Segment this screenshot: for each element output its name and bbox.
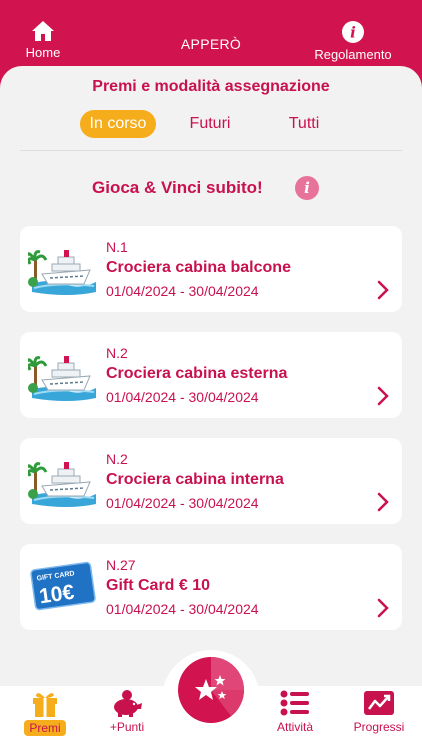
divider [20, 150, 402, 151]
prize-name: Crociera cabina interna [106, 471, 284, 488]
list-icon [280, 690, 309, 716]
prize-quantity: N.27 [106, 557, 136, 573]
content-sheet: Premi e modalità assegnazione In corso F… [0, 66, 422, 750]
prize-name: Crociera cabina balcone [106, 259, 291, 276]
rules-button[interactable]: i Regolamento [308, 20, 398, 62]
info-icon[interactable]: i [295, 176, 319, 200]
prize-dates: 01/04/2024 - 30/04/2024 [106, 495, 259, 511]
prize-quantity: N.1 [106, 239, 128, 255]
piggy-bank-icon [114, 690, 142, 717]
chevron-right-icon [377, 492, 389, 512]
nav-attivita-label: Attività [276, 720, 313, 734]
prize-dates: 01/04/2024 - 30/04/2024 [106, 389, 259, 405]
tab-in-corso[interactable]: In corso [80, 110, 156, 138]
nav-premi[interactable]: Premi [10, 688, 80, 736]
cruise-ship-icon [28, 462, 96, 507]
prize-dates: 01/04/2024 - 30/04/2024 [106, 283, 259, 299]
prize-card[interactable]: N.1 Crociera cabina balcone 01/04/2024 -… [20, 226, 402, 312]
nav-progressi[interactable]: Progressi [344, 688, 414, 734]
nav-premi-label: Premi [24, 720, 66, 736]
prize-card[interactable]: GIFT CARD 10€ N.27 Gift Card € 10 01/04/… [20, 544, 402, 630]
cruise-ship-icon [28, 250, 96, 295]
nav-progressi-label: Progressi [353, 720, 405, 734]
info-icon: i [342, 21, 364, 43]
svg-text:10€: 10€ [38, 581, 76, 609]
svg-text:i: i [350, 24, 356, 42]
nav-attivita[interactable]: Attività [260, 688, 330, 734]
tab-futuri[interactable]: Futuri [180, 110, 240, 138]
prize-card[interactable]: N.2 Crociera cabina interna 01/04/2024 -… [20, 438, 402, 524]
chevron-right-icon [377, 598, 389, 618]
filter-tabs: In corso Futuri Tutti [0, 110, 422, 140]
prize-name: Gift Card € 10 [106, 577, 211, 594]
prize-quantity: N.2 [106, 345, 128, 361]
subtitle-row: Gioca & Vinci subito! i [0, 174, 422, 204]
stars-icon [195, 657, 244, 716]
prize-dates: 01/04/2024 - 30/04/2024 [106, 601, 259, 617]
tab-tutti[interactable]: Tutti [278, 110, 330, 138]
play-button[interactable] [178, 657, 244, 723]
cruise-ship-icon [28, 356, 96, 401]
prize-card[interactable]: N.2 Crociera cabina esterna 01/04/2024 -… [20, 332, 402, 418]
rules-label: Regolamento [314, 47, 392, 62]
section-title: Premi e modalità assegnazione [92, 78, 330, 95]
subtitle: Gioca & Vinci subito! [92, 178, 263, 197]
nav-punti-label: +Punti [109, 720, 145, 734]
trend-chart-icon [364, 691, 394, 715]
prize-name: Crociera cabina esterna [106, 365, 288, 382]
gift-icon [33, 693, 57, 717]
nav-punti[interactable]: +Punti [92, 688, 162, 734]
gift-card-icon: GIFT CARD 10€ [30, 561, 96, 611]
chevron-right-icon [377, 386, 389, 406]
chevron-right-icon [377, 280, 389, 300]
prize-quantity: N.2 [106, 451, 128, 467]
